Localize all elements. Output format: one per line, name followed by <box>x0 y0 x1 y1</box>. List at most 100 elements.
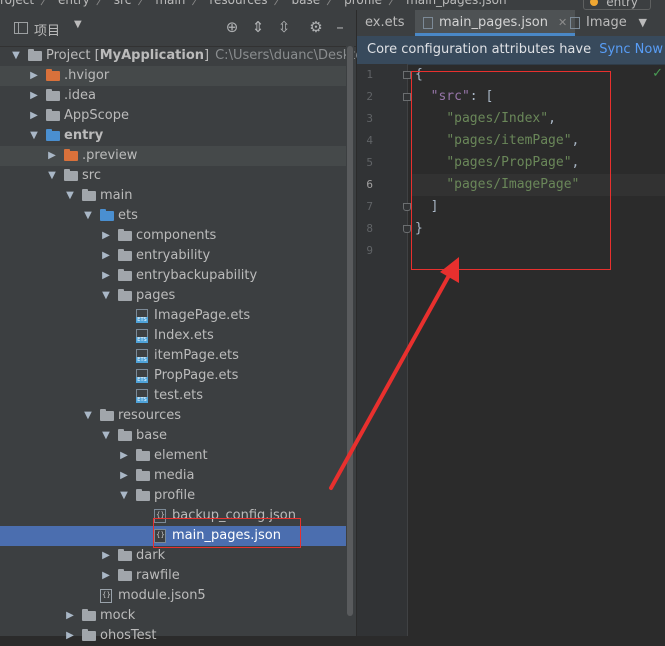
chevron-right-icon[interactable]: ▶ <box>64 626 76 646</box>
tree-item[interactable]: ▶ entryability <box>0 246 346 266</box>
code-editor[interactable]: { "src": [ "pages/Index", "pages/itemPag… <box>411 64 665 636</box>
chevron-down-icon[interactable]: ▼ <box>100 426 112 446</box>
chevron-down-icon[interactable]: ▼ <box>118 486 130 506</box>
fold-marker-icon[interactable] <box>403 225 411 233</box>
project-tree[interactable]: ▼ Project [MyApplication] C:\Users\duanc\D… <box>0 46 386 646</box>
breadcrumb-item[interactable]: main_pages.json <box>406 0 507 7</box>
json-string: "pages/Index" <box>446 111 549 126</box>
chevron-down-icon[interactable]: ▼ <box>74 19 82 30</box>
chevron-right-icon[interactable]: ▶ <box>118 466 130 486</box>
chevron-down-icon[interactable]: ▼ <box>100 286 112 306</box>
chevron-down-icon[interactable]: ▼ <box>639 10 647 36</box>
tree-item-label: mock <box>100 608 136 623</box>
gear-icon[interactable]: ⚙ <box>306 17 326 37</box>
tree-item[interactable]: ▶ .idea <box>0 86 346 106</box>
collapse-all-icon[interactable]: ⇳ <box>274 17 294 37</box>
tree-item[interactable]: ▶ mock <box>0 606 346 626</box>
code-line: "pages/itemPage", <box>415 130 579 152</box>
chevron-right-icon[interactable]: ▶ <box>28 106 40 126</box>
chevron-down-icon[interactable]: ▼ <box>82 406 94 426</box>
breadcrumb-item[interactable]: entry <box>58 0 90 7</box>
tree-item[interactable]: ▶ element <box>0 446 346 466</box>
tree-item[interactable]: ▶ components <box>0 226 346 246</box>
folder-icon <box>118 229 132 241</box>
line-number: 5 <box>366 156 373 169</box>
tree-item[interactable]: test.ets <box>0 386 346 406</box>
chevron-right-icon[interactable]: ▶ <box>100 226 112 246</box>
sync-now-link[interactable]: Sync Now <box>593 36 663 64</box>
chevron-right-icon[interactable]: ▶ <box>28 66 40 86</box>
tree-item[interactable]: ▶ media <box>0 466 346 486</box>
folder-icon <box>46 109 60 121</box>
tree-item[interactable]: PropPage.ets <box>0 366 346 386</box>
expand-all-icon[interactable]: ⇕ <box>248 17 268 37</box>
code-token: : [ <box>469 89 494 104</box>
chevron-down-icon[interactable]: ▼ <box>82 206 94 226</box>
hide-icon[interactable]: – <box>330 17 350 37</box>
tree-item-label: resources <box>118 408 182 423</box>
breadcrumb-item[interactable]: resources <box>209 0 267 7</box>
chevron-right-icon[interactable]: ▶ <box>100 566 112 586</box>
tree-item[interactable]: ▼ Project [MyApplication] C:\Users\duanc\D… <box>0 46 386 66</box>
tree-item[interactable]: module.json5 <box>0 586 346 606</box>
tree-item[interactable]: ▶ .hvigor <box>0 66 346 86</box>
editor-tab-bar: ex.ets✕ main_pages.json✕ Image ▼ <box>357 10 665 36</box>
breadcrumb-separator: 〉 <box>388 0 401 7</box>
tree-item-label: src <box>82 168 101 183</box>
tree-item[interactable]: ▼ profile <box>0 486 346 506</box>
project-view-label[interactable]: 项目 <box>34 20 60 39</box>
chevron-down-icon[interactable]: ▼ <box>64 186 76 206</box>
fold-marker-icon[interactable] <box>403 93 411 101</box>
tab-main-pages-json[interactable]: main_pages.json ✕ <box>415 10 576 36</box>
scrollbar-thumb[interactable] <box>347 46 353 616</box>
chevron-right-icon[interactable]: ▶ <box>100 246 112 266</box>
chevron-right-icon[interactable]: ▶ <box>28 86 40 106</box>
line-number: 8 <box>366 222 373 235</box>
locate-file-icon[interactable]: ⊕ <box>222 17 242 37</box>
chevron-right-icon[interactable]: ▶ <box>100 266 112 286</box>
banner-message: Core configuration attributes have cha..… <box>367 42 631 57</box>
tree-item[interactable]: backup_config.json <box>0 506 346 526</box>
tree-item[interactable]: ▼ ets <box>0 206 346 226</box>
tree-item[interactable]: ▶ .preview <box>0 146 346 166</box>
chevron-down-icon[interactable]: ▼ <box>28 126 40 146</box>
breadcrumb-item[interactable]: base <box>292 0 321 7</box>
fold-marker-icon[interactable] <box>403 203 411 211</box>
chevron-right-icon[interactable]: ▶ <box>46 146 58 166</box>
breadcrumb-separator: 〉 <box>273 0 286 7</box>
code-token: ] <box>415 199 439 214</box>
tree-item-label: AppScope <box>64 108 129 123</box>
chevron-right-icon[interactable]: ▶ <box>100 546 112 566</box>
tree-item[interactable]: ▼ pages <box>0 286 346 306</box>
line-number: 1 <box>366 68 373 81</box>
tab-image-page[interactable]: Image <box>562 10 635 36</box>
tree-item[interactable]: main_pages.json <box>0 526 346 546</box>
tree-item[interactable]: Index.ets <box>0 326 346 346</box>
tree-item[interactable]: ▼ base <box>0 426 346 446</box>
run-configuration-select[interactable]: entry <box>583 0 651 10</box>
chevron-down-icon[interactable]: ▼ <box>10 46 22 66</box>
tree-item[interactable]: ▶ AppScope <box>0 106 346 126</box>
fold-marker-icon[interactable] <box>403 71 411 79</box>
tree-item[interactable]: ▼ main <box>0 186 346 206</box>
project-scrollbar[interactable] <box>346 46 354 636</box>
tree-item[interactable]: ▶ dark <box>0 546 346 566</box>
tree-item[interactable]: ▶ ohosTest <box>0 626 346 646</box>
tree-item[interactable]: ImagePage.ets <box>0 306 346 326</box>
tree-item[interactable]: ▶ rawfile <box>0 566 346 586</box>
line-number: 2 <box>366 90 373 103</box>
breadcrumb-item[interactable]: main <box>155 0 185 7</box>
chevron-right-icon[interactable]: ▶ <box>118 446 130 466</box>
folder-icon <box>118 569 132 581</box>
tree-item[interactable]: ▼ entry <box>0 126 346 146</box>
tree-item[interactable]: itemPage.ets <box>0 346 346 366</box>
breadcrumb-item[interactable]: roject <box>0 0 34 7</box>
breadcrumb-item[interactable]: profile <box>344 0 382 7</box>
chevron-right-icon[interactable]: ▶ <box>64 606 76 626</box>
tree-item[interactable]: ▼ src <box>0 166 346 186</box>
tree-item[interactable]: ▼ resources <box>0 406 346 426</box>
breadcrumb-item[interactable]: src <box>114 0 132 7</box>
tree-item-label: .hvigor <box>64 68 110 83</box>
tree-item[interactable]: ▶ entrybackupability <box>0 266 346 286</box>
chevron-down-icon[interactable]: ▼ <box>46 166 58 186</box>
